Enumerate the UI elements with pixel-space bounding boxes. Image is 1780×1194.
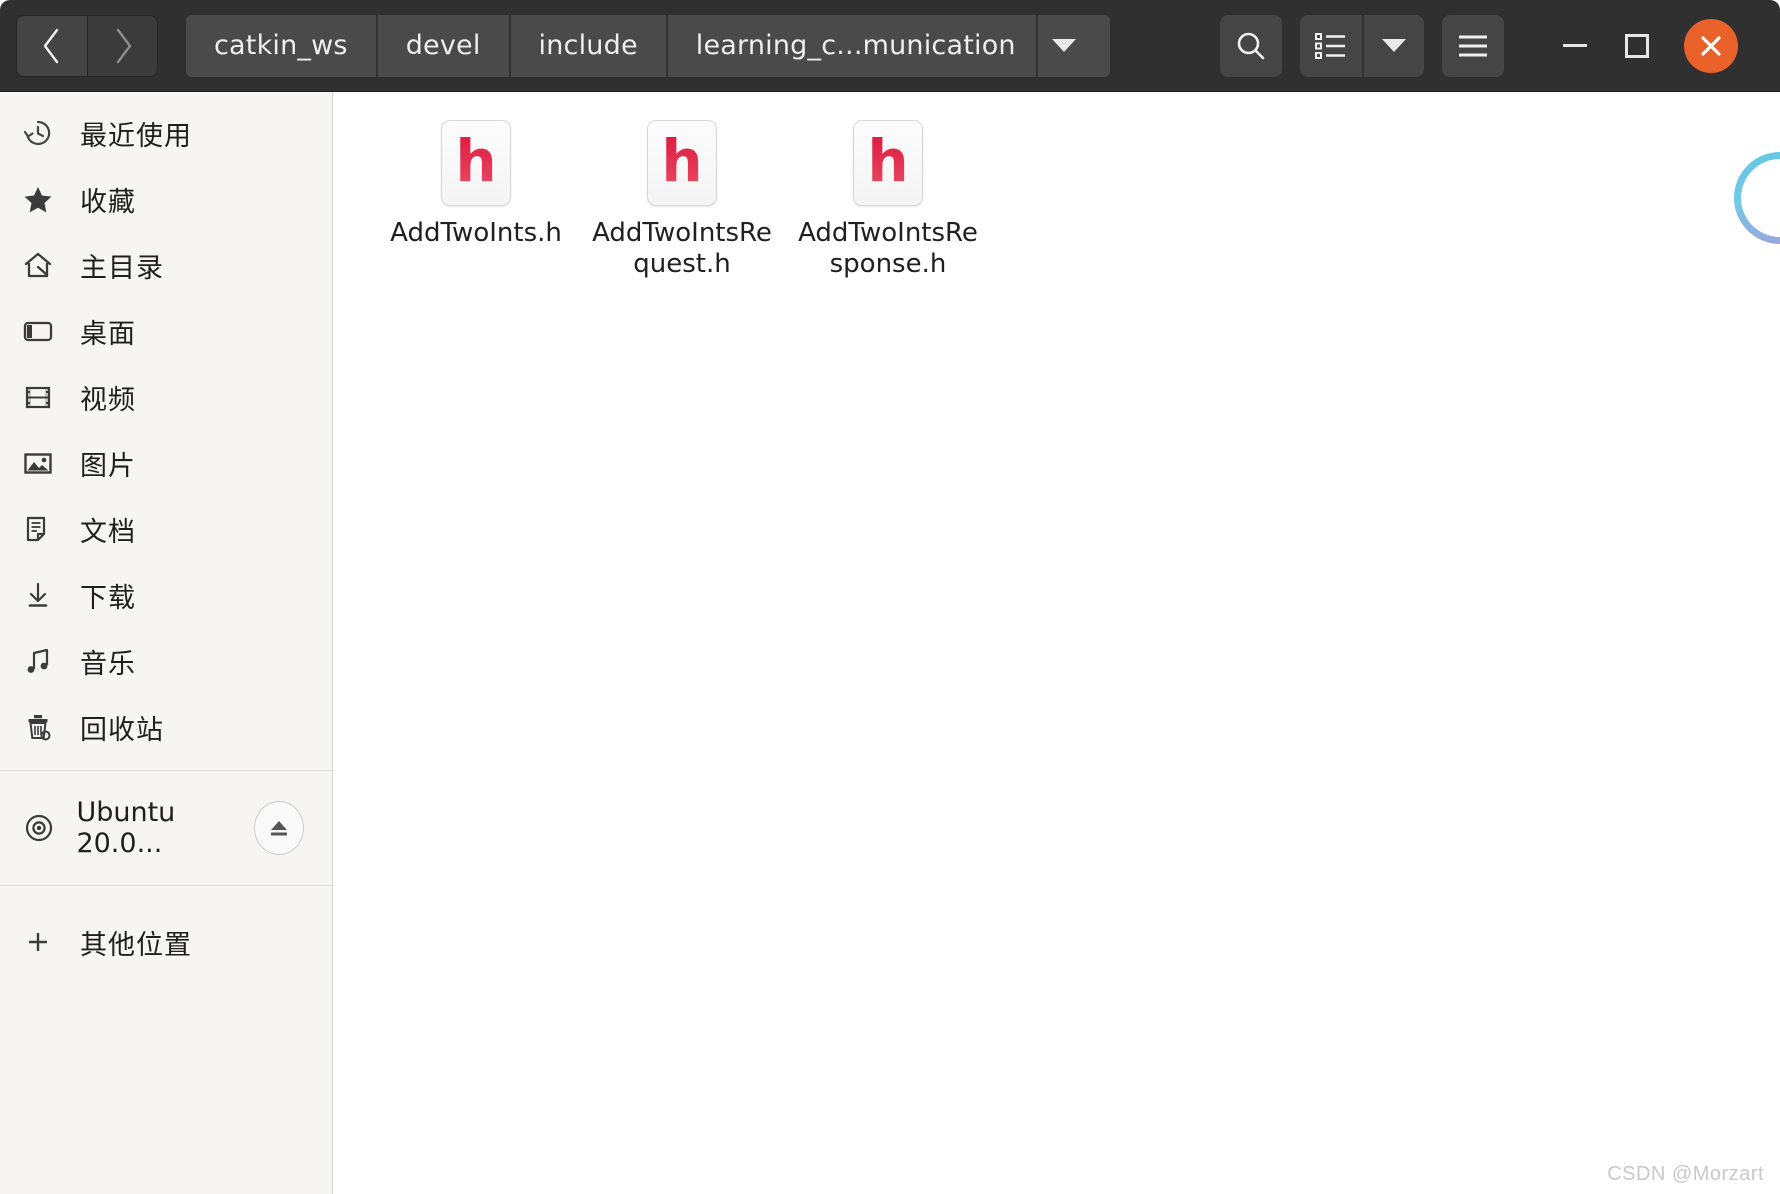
sidebar-item-label: 最近使用 [80, 120, 192, 152]
search-button[interactable] [1220, 14, 1282, 77]
sidebar-item-label: 视频 [80, 384, 136, 416]
breadcrumb-dropdown-button[interactable] [1037, 14, 1110, 77]
download-arrow-icon [22, 578, 66, 612]
h-glyph: h [661, 127, 703, 195]
watermark-label: CSDN @Morzart [1607, 1163, 1764, 1185]
main-menu-button[interactable] [1442, 14, 1504, 77]
sidebar-item-home[interactable]: 主目录 [0, 232, 332, 298]
sidebar-item-downloads[interactable]: 下载 [0, 562, 332, 628]
sidebar-item-label: 收藏 [80, 186, 136, 218]
sidebar-device-label: Ubuntu 20.0... [76, 797, 176, 859]
h-glyph: h [867, 127, 909, 195]
sidebar-item-label: 桌面 [80, 318, 136, 350]
view-mode-group [1300, 14, 1424, 77]
sidebar-item-videos[interactable]: 视频 [0, 364, 332, 430]
sidebar-item-pictures[interactable]: 图片 [0, 430, 332, 496]
sidebar: 最近使用 收藏 主目录 桌面 视频 图片 文档 下载 音乐 回收站 Ubuntu… [0, 92, 333, 1194]
hamburger-menu-icon [1459, 35, 1487, 56]
home-icon [22, 248, 66, 282]
file-name-label: AddTwoIntsRequest.h [592, 218, 772, 279]
plus-icon [22, 925, 66, 959]
sidebar-divider [0, 770, 332, 771]
recent-clock-icon [22, 116, 66, 150]
image-picture-icon [22, 446, 66, 480]
trash-bin-icon [22, 710, 66, 744]
forward-button[interactable] [87, 15, 157, 76]
sidebar-item-starred[interactable]: 收藏 [0, 166, 332, 232]
sidebar-item-label: 图片 [80, 450, 136, 482]
video-film-icon [22, 380, 66, 414]
breadcrumb-label: learning_c...munication [695, 30, 1016, 61]
back-button[interactable] [17, 15, 87, 76]
sidebar-item-label: 文档 [80, 516, 136, 548]
breadcrumb-label: catkin_ws [214, 30, 348, 61]
eject-icon [271, 821, 288, 836]
file-item[interactable]: h AddTwoIntsRequest.h [579, 110, 785, 280]
file-grid-area[interactable]: h AddTwoInts.h h AddTwoIntsRequest.h h A… [333, 92, 1780, 1194]
minimize-button[interactable] [1544, 15, 1606, 77]
nav-button-group [16, 14, 158, 77]
sidebar-divider-2 [0, 885, 332, 886]
header-toolbar [1202, 14, 1780, 77]
h-header-file-icon: h [441, 120, 511, 206]
desktop-icon [22, 314, 66, 348]
sidebar-item-label: 下载 [80, 582, 136, 614]
list-view-button[interactable] [1300, 14, 1362, 77]
close-icon [1701, 35, 1721, 56]
sidebar-item-documents[interactable]: 文档 [0, 496, 332, 562]
sidebar-item-other-locations[interactable]: 其他位置 [0, 896, 332, 988]
list-view-icon [1315, 32, 1345, 59]
breadcrumb: catkin_ws devel include learning_c...mun… [186, 14, 1110, 77]
disc-icon [22, 811, 62, 845]
file-name-label: AddTwoInts.h [390, 218, 562, 248]
window-body: 最近使用 收藏 主目录 桌面 视频 图片 文档 下载 音乐 回收站 Ubuntu… [0, 92, 1780, 1194]
file-grid: h AddTwoInts.h h AddTwoIntsRequest.h h A… [373, 110, 1780, 280]
file-item[interactable]: h AddTwoIntsResponse.h [785, 110, 991, 280]
breadcrumb-item-3[interactable]: learning_c...munication [667, 14, 1038, 77]
file-name-label: AddTwoIntsResponse.h [798, 218, 978, 279]
h-header-file-icon: h [647, 120, 717, 206]
h-header-file-icon: h [853, 120, 923, 206]
close-button[interactable] [1684, 18, 1738, 73]
sidebar-item-desktop[interactable]: 桌面 [0, 298, 332, 364]
music-note-icon [22, 644, 66, 678]
file-manager-window: catkin_ws devel include learning_c...mun… [0, 0, 1780, 1194]
sidebar-item-label: 其他位置 [80, 929, 192, 961]
sidebar-item-music[interactable]: 音乐 [0, 628, 332, 694]
h-glyph: h [455, 127, 497, 195]
sidebar-item-label: 回收站 [80, 714, 164, 746]
breadcrumb-item-0[interactable]: catkin_ws [186, 14, 378, 77]
star-icon [22, 182, 66, 216]
breadcrumb-label: devel [405, 30, 481, 61]
sidebar-item-label: 音乐 [80, 648, 136, 680]
breadcrumb-item-1[interactable]: devel [377, 14, 511, 77]
maximize-icon [1625, 33, 1649, 58]
sidebar-item-recent[interactable]: 最近使用 [0, 100, 332, 166]
window-controls [1544, 15, 1770, 77]
document-icon [22, 512, 66, 546]
view-options-button[interactable] [1362, 14, 1424, 77]
chevron-down-icon [1382, 39, 1406, 52]
header-bar: catkin_ws devel include learning_c...mun… [0, 0, 1780, 92]
breadcrumb-label: include [538, 30, 638, 61]
minimize-icon [1563, 44, 1587, 47]
sidebar-item-trash[interactable]: 回收站 [0, 694, 332, 760]
breadcrumb-item-2[interactable]: include [510, 14, 668, 77]
eject-button[interactable] [254, 801, 304, 855]
file-item[interactable]: h AddTwoInts.h [373, 110, 579, 280]
maximize-button[interactable] [1606, 15, 1668, 77]
sidebar-item-ubuntu-device[interactable]: Ubuntu 20.0... [0, 781, 332, 875]
sidebar-item-label: 主目录 [80, 252, 164, 284]
search-icon [1237, 32, 1265, 59]
chevron-down-icon [1051, 39, 1076, 52]
